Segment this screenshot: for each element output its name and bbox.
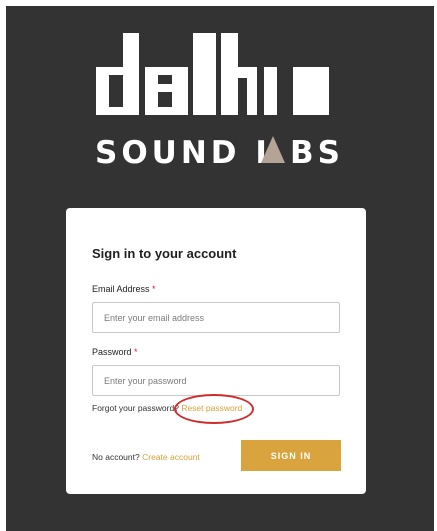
forgot-password-row: Forgot your password? Reset password — [92, 403, 242, 413]
tagline-bs: BS — [290, 135, 344, 171]
password-field[interactable] — [92, 365, 340, 396]
delta-sound-labs-logo: delta SOUND L A — [95, 33, 344, 171]
email-field[interactable] — [92, 302, 340, 333]
create-account-link[interactable]: Create account — [142, 452, 200, 462]
tagline-sound-l: SOUND L — [95, 135, 279, 171]
no-account-row: No account? Create account — [92, 452, 200, 462]
required-marker: * — [152, 284, 156, 294]
password-label: Password * — [92, 347, 138, 357]
reset-password-link[interactable]: Reset password — [181, 403, 242, 413]
email-label-text: Email Address — [92, 284, 150, 294]
page-background: delta SOUND L A — [6, 6, 434, 531]
sign-in-button[interactable]: SIGN IN — [241, 440, 341, 471]
no-account-text: No account? — [92, 452, 140, 462]
forgot-password-text: Forgot your password? — [92, 403, 179, 413]
required-marker: * — [134, 347, 138, 357]
card-title: Sign in to your account — [92, 246, 237, 261]
password-label-text: Password — [92, 347, 132, 357]
email-label: Email Address * — [92, 284, 156, 294]
sign-in-card: Sign in to your account Email Address * … — [66, 208, 366, 494]
